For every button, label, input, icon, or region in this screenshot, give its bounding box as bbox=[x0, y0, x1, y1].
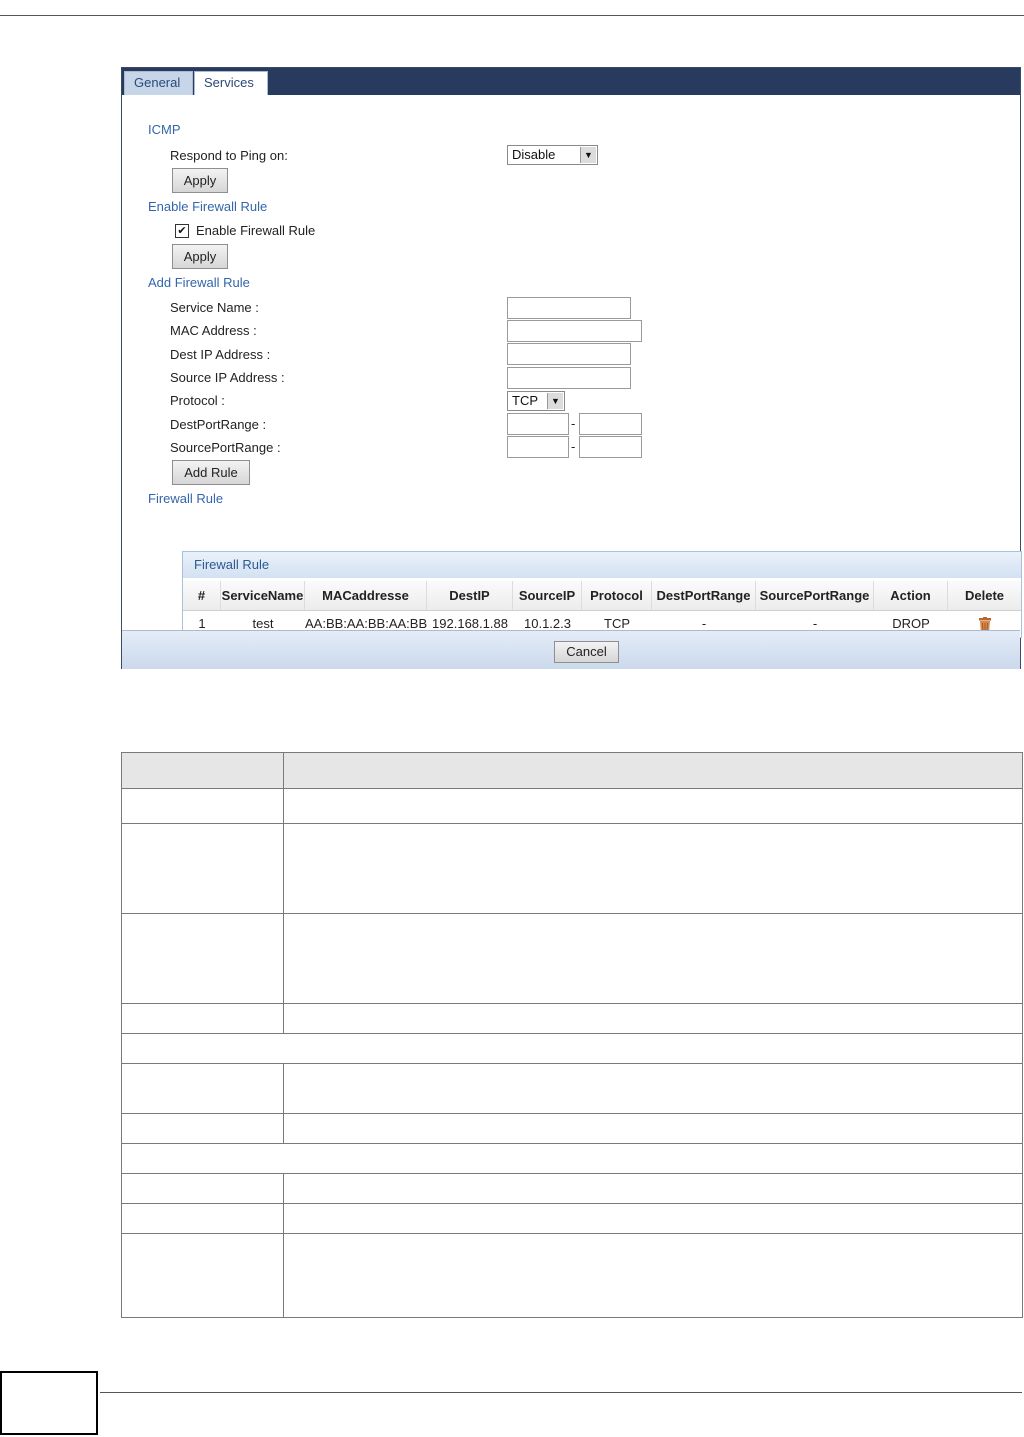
col-dest-port-range: DestPortRange bbox=[652, 581, 756, 610]
ping-select[interactable]: Disable ▼ bbox=[507, 145, 598, 165]
table-row bbox=[121, 1003, 1023, 1034]
page-number-box bbox=[0, 1371, 98, 1435]
table-row bbox=[121, 1033, 1023, 1064]
header-rule bbox=[0, 15, 1024, 16]
add-rule-button[interactable]: Add Rule bbox=[172, 460, 250, 485]
table-row bbox=[121, 1113, 1023, 1144]
add-firewall-section-title: Add Firewall Rule bbox=[148, 275, 250, 290]
firewall-rule-table: Firewall Rule # ServiceName MACaddresse … bbox=[182, 551, 1022, 638]
cancel-button[interactable]: Cancel bbox=[554, 641, 619, 663]
firewall-rule-table-title: Firewall Rule bbox=[183, 552, 1021, 578]
chevron-down-icon: ▼ bbox=[580, 147, 596, 163]
source-ip-input[interactable] bbox=[507, 367, 631, 389]
source-port-start-input[interactable] bbox=[507, 436, 569, 458]
ping-select-value: Disable bbox=[512, 147, 556, 162]
col-source-port-range: SourcePortRange bbox=[756, 581, 874, 610]
dest-ip-input[interactable] bbox=[507, 343, 631, 365]
source-port-label: SourcePortRange : bbox=[170, 440, 281, 455]
protocol-label: Protocol : bbox=[170, 393, 225, 408]
dest-ip-label: Dest IP Address : bbox=[170, 347, 271, 362]
dest-port-dash: - bbox=[571, 416, 576, 431]
tab-bar: General Services bbox=[122, 68, 1020, 96]
table-row bbox=[121, 1143, 1023, 1174]
enable-firewall-checkbox[interactable]: ✔ bbox=[175, 224, 189, 238]
bottom-button-bar: Cancel bbox=[122, 630, 1020, 669]
enable-firewall-apply-button[interactable]: Apply bbox=[172, 244, 228, 269]
col-index: # bbox=[183, 581, 221, 610]
tab-general[interactable]: General bbox=[124, 71, 193, 95]
ping-label: Respond to Ping on: bbox=[170, 148, 288, 163]
mac-address-label: MAC Address : bbox=[170, 323, 257, 338]
enable-firewall-checkbox-label: Enable Firewall Rule bbox=[196, 223, 316, 238]
dest-port-label: DestPortRange : bbox=[170, 417, 267, 432]
col-action: Action bbox=[874, 581, 948, 610]
mac-address-input[interactable] bbox=[507, 320, 642, 342]
service-name-label: Service Name : bbox=[170, 300, 259, 315]
col-protocol: Protocol bbox=[582, 581, 652, 610]
table-row bbox=[121, 1063, 1023, 1114]
source-ip-label: Source IP Address : bbox=[170, 370, 285, 385]
dest-port-start-input[interactable] bbox=[507, 413, 569, 435]
col-source-ip: SourceIP bbox=[513, 581, 582, 610]
enable-firewall-section-title: Enable Firewall Rule bbox=[148, 199, 268, 214]
service-name-input[interactable] bbox=[507, 297, 631, 319]
protocol-select-value: TCP bbox=[512, 393, 538, 408]
table-row bbox=[121, 913, 1023, 1004]
firewall-rule-table-header: # ServiceName MACaddresse DestIP SourceI… bbox=[183, 581, 1021, 611]
table-row bbox=[121, 823, 1023, 914]
icmp-section-title: ICMP bbox=[148, 122, 181, 137]
table-row bbox=[121, 1173, 1023, 1204]
firewall-rule-section-title: Firewall Rule bbox=[148, 491, 224, 506]
services-content: ICMP Respond to Ping on: Disable ▼ Apply… bbox=[122, 95, 1022, 638]
table-row bbox=[121, 788, 1023, 824]
icmp-apply-button[interactable]: Apply bbox=[172, 168, 228, 193]
source-port-dash: - bbox=[571, 439, 576, 454]
source-port-end-input[interactable] bbox=[579, 436, 642, 458]
col-service-name: ServiceName bbox=[221, 581, 305, 610]
field-description-table bbox=[121, 752, 1023, 1318]
col-mac-address: MACaddresse bbox=[305, 581, 427, 610]
dest-port-end-input[interactable] bbox=[579, 413, 642, 435]
table-row bbox=[121, 1203, 1023, 1234]
footer-rule bbox=[100, 1392, 1022, 1393]
col-dest-ip: DestIP bbox=[427, 581, 513, 610]
tab-services[interactable]: Services bbox=[194, 71, 268, 96]
protocol-select[interactable]: TCP ▼ bbox=[507, 391, 565, 411]
services-screen: General Services ICMP Respond to Ping on… bbox=[121, 67, 1022, 669]
chevron-down-icon: ▼ bbox=[547, 393, 563, 409]
col-delete: Delete bbox=[964, 588, 1005, 603]
table-row bbox=[121, 752, 1023, 789]
table-row bbox=[121, 1233, 1023, 1318]
